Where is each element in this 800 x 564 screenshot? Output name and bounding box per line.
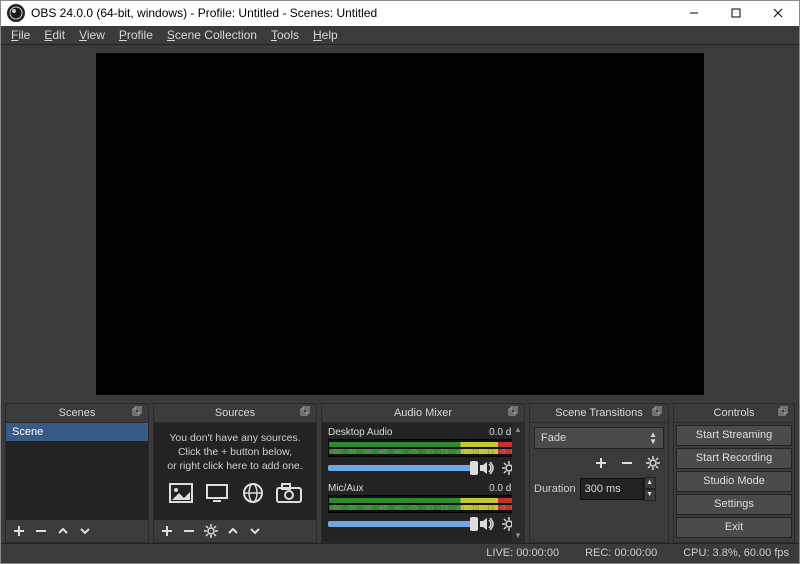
window-title: OBS 24.0.0 (64-bit, windows) - Profile: … bbox=[31, 6, 673, 20]
sources-header-label: Sources bbox=[215, 407, 255, 419]
menu-profile[interactable]: Profile bbox=[113, 26, 159, 44]
speaker-icon[interactable] bbox=[478, 515, 496, 533]
status-rec: REC: 00:00:00 bbox=[585, 547, 657, 559]
settings-button[interactable]: Settings bbox=[676, 494, 792, 515]
menu-tools[interactable]: Tools bbox=[265, 26, 305, 44]
start-recording-button[interactable]: Start Recording bbox=[676, 448, 792, 469]
sources-list[interactable]: You don't have any sources. Click the + … bbox=[154, 423, 316, 520]
scrollbar[interactable]: ▲▼ bbox=[512, 423, 524, 542]
mixer-header: Audio Mixer bbox=[322, 404, 524, 423]
move-source-up-button[interactable] bbox=[222, 521, 244, 541]
channel-name: Mic/Aux bbox=[328, 483, 364, 494]
popout-icon[interactable] bbox=[652, 406, 664, 418]
audio-meter: -60-55-50-45-40-35-30-25-20-15-10-50 bbox=[328, 439, 518, 457]
display-source-icon bbox=[203, 481, 231, 505]
sources-toolbar bbox=[154, 520, 316, 542]
audio-channel: Desktop Audio0.0 dB-60-55-50-45-40-35-30… bbox=[328, 427, 518, 477]
controls-header: Controls bbox=[674, 404, 794, 423]
scenes-header-label: Scenes bbox=[59, 407, 96, 419]
duration-value[interactable]: 300 ms bbox=[580, 478, 644, 500]
remove-transition-button[interactable] bbox=[616, 453, 638, 473]
volume-slider[interactable] bbox=[328, 521, 474, 527]
preview-area bbox=[1, 45, 799, 403]
app-window: OBS 24.0.0 (64-bit, windows) - Profile: … bbox=[0, 0, 800, 564]
sources-panel: Sources You don't have any sources. Clic… bbox=[153, 403, 317, 543]
close-button[interactable] bbox=[757, 1, 799, 26]
transition-properties-button[interactable] bbox=[642, 453, 664, 473]
audio-channel: Mic/Aux0.0 dB-60-55-50-45-40-35-30-25-20… bbox=[328, 483, 518, 533]
popout-icon[interactable] bbox=[132, 406, 144, 418]
transition-select-value: Fade bbox=[541, 432, 566, 444]
spin-up-button[interactable]: ▲ bbox=[644, 477, 656, 489]
move-scene-up-button[interactable] bbox=[52, 521, 74, 541]
sources-hint-icons bbox=[154, 481, 316, 505]
menu-help[interactable]: Help bbox=[307, 26, 344, 44]
mixer-body: Desktop Audio0.0 dB-60-55-50-45-40-35-30… bbox=[322, 423, 524, 542]
transition-select[interactable]: Fade ▲▼ bbox=[534, 427, 664, 449]
scenes-panel: Scenes Scene bbox=[5, 403, 149, 543]
chevron-up-down-icon: ▲▼ bbox=[649, 431, 657, 445]
menu-file[interactable]: File bbox=[5, 26, 36, 44]
menu-scene-collection[interactable]: Scene Collection bbox=[161, 26, 263, 44]
duration-spinbox[interactable]: 300 ms ▲▼ bbox=[580, 477, 656, 501]
scenes-toolbar bbox=[6, 520, 148, 542]
status-live: LIVE: 00:00:00 bbox=[486, 547, 559, 559]
add-source-button[interactable] bbox=[156, 521, 178, 541]
move-scene-down-button[interactable] bbox=[74, 521, 96, 541]
minimize-button[interactable] bbox=[673, 1, 715, 26]
add-transition-button[interactable] bbox=[590, 453, 612, 473]
sources-empty-msg: You don't have any sources. Click the + … bbox=[154, 423, 316, 478]
scene-item[interactable]: Scene bbox=[6, 423, 148, 441]
menubar: File Edit View Profile Scene Collection … bbox=[1, 26, 799, 45]
preview-canvas[interactable] bbox=[96, 53, 704, 395]
speaker-icon[interactable] bbox=[478, 459, 496, 477]
exit-button[interactable]: Exit bbox=[676, 517, 792, 538]
dock-row: Scenes Scene Sources You don't have any bbox=[1, 403, 799, 543]
move-source-down-button[interactable] bbox=[244, 521, 266, 541]
transitions-header: Scene Transitions bbox=[530, 404, 668, 423]
menu-edit[interactable]: Edit bbox=[38, 26, 71, 44]
audio-meter: -60-55-50-45-40-35-30-25-20-15-10-50 bbox=[328, 495, 518, 513]
mixer-header-label: Audio Mixer bbox=[394, 407, 452, 419]
controls-header-label: Controls bbox=[714, 407, 755, 419]
browser-source-icon bbox=[239, 481, 267, 505]
camera-source-icon bbox=[275, 481, 303, 505]
controls-panel: Controls Start StreamingStart RecordingS… bbox=[673, 403, 795, 543]
duration-label: Duration bbox=[534, 483, 576, 495]
app-icon bbox=[7, 4, 25, 22]
start-streaming-button[interactable]: Start Streaming bbox=[676, 425, 792, 446]
menu-view[interactable]: View bbox=[73, 26, 111, 44]
titlebar: OBS 24.0.0 (64-bit, windows) - Profile: … bbox=[1, 1, 799, 26]
remove-source-button[interactable] bbox=[178, 521, 200, 541]
transitions-panel: Scene Transitions Fade ▲▼ Duration 300 m… bbox=[529, 403, 669, 543]
spin-down-button[interactable]: ▼ bbox=[644, 489, 656, 501]
source-properties-button[interactable] bbox=[200, 521, 222, 541]
channel-name: Desktop Audio bbox=[328, 427, 393, 438]
popout-icon[interactable] bbox=[778, 406, 790, 418]
popout-icon[interactable] bbox=[508, 406, 520, 418]
sources-header: Sources bbox=[154, 404, 316, 423]
transitions-header-label: Scene Transitions bbox=[555, 407, 642, 419]
popout-icon[interactable] bbox=[300, 406, 312, 418]
maximize-button[interactable] bbox=[715, 1, 757, 26]
volume-slider[interactable] bbox=[328, 465, 474, 471]
audio-mixer-panel: Audio Mixer Desktop Audio0.0 dB-60-55-50… bbox=[321, 403, 525, 543]
studio-mode-button[interactable]: Studio Mode bbox=[676, 471, 792, 492]
add-scene-button[interactable] bbox=[8, 521, 30, 541]
scenes-list[interactable]: Scene bbox=[6, 423, 148, 520]
statusbar: LIVE: 00:00:00 REC: 00:00:00 CPU: 3.8%, … bbox=[1, 543, 799, 563]
image-source-icon bbox=[167, 481, 195, 505]
remove-scene-button[interactable] bbox=[30, 521, 52, 541]
scenes-header: Scenes bbox=[6, 404, 148, 423]
status-cpu: CPU: 3.8%, 60.00 fps bbox=[683, 547, 789, 559]
